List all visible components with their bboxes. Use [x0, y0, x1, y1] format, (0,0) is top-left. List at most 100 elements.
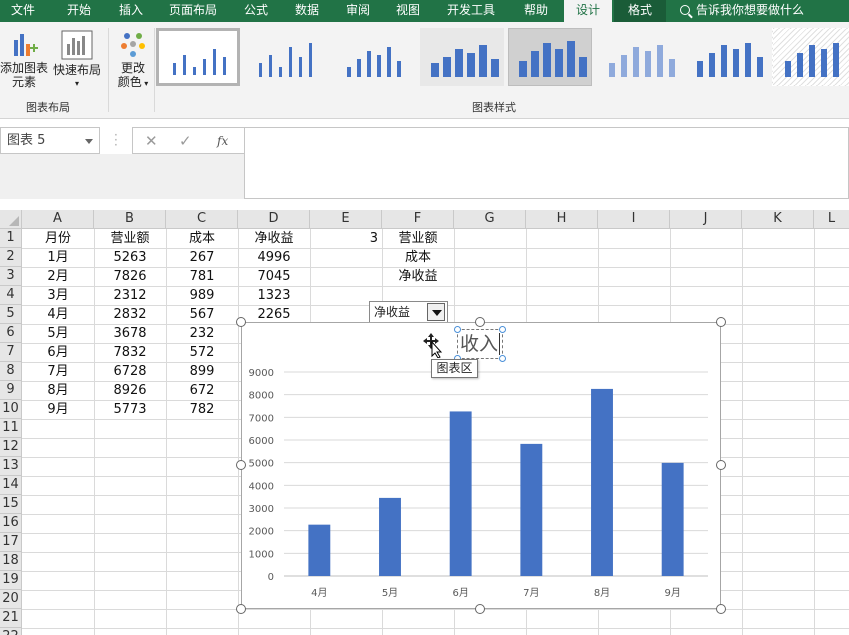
cell-f3[interactable]: 净收益 [382, 267, 454, 286]
row-header[interactable]: 11 [0, 419, 22, 438]
tab-data[interactable]: 数据 [284, 0, 330, 22]
chart-style-4[interactable] [420, 28, 504, 86]
tab-file[interactable]: 文件 [0, 0, 46, 22]
tab-page-layout[interactable]: 页面布局 [160, 0, 226, 22]
table-cell[interactable]: 267 [166, 248, 238, 267]
row-header[interactable]: 7 [0, 343, 22, 362]
table-cell[interactable]: 3月 [22, 286, 94, 305]
table-cell[interactable]: 8926 [94, 381, 166, 400]
row-header[interactable]: 19 [0, 571, 22, 590]
chart-area[interactable]: 0 1000 2000 3000 4000 5000 6000 7000 8000 9000 4月 5… [241, 322, 721, 609]
tab-view[interactable]: 视图 [386, 0, 430, 22]
table-cell[interactable]: 3678 [94, 324, 166, 343]
row-header[interactable]: 13 [0, 457, 22, 476]
table-cell[interactable]: 1月 [22, 248, 94, 267]
row-header[interactable]: 16 [0, 514, 22, 533]
chart-style-7[interactable] [684, 28, 768, 86]
chevron-down-icon[interactable] [85, 139, 93, 144]
row-header[interactable]: 3 [0, 267, 22, 286]
column-header-l[interactable]: L [814, 210, 849, 229]
table-cell[interactable]: 232 [166, 324, 238, 343]
table-cell[interactable]: 781 [166, 267, 238, 286]
column-header-b[interactable]: B [94, 210, 166, 229]
row-header[interactable]: 15 [0, 495, 22, 514]
cell-f1[interactable]: 营业额 [382, 229, 454, 248]
tab-insert[interactable]: 插入 [108, 0, 154, 22]
resize-handle-top-left[interactable] [236, 317, 246, 327]
more-icon[interactable]: · · · [114, 129, 118, 151]
cell-e1[interactable]: 3 [310, 229, 382, 248]
textbox-handle[interactable] [499, 355, 506, 362]
row-header[interactable]: 18 [0, 552, 22, 571]
textbox-handle[interactable] [499, 326, 506, 333]
row-header[interactable]: 9 [0, 381, 22, 400]
column-header-i[interactable]: I [598, 210, 670, 229]
name-box[interactable]: 图表 5 [0, 127, 100, 154]
table-cell[interactable]: 7832 [94, 343, 166, 362]
table-cell[interactable]: 782 [166, 400, 238, 419]
chart-style-2[interactable] [244, 28, 328, 86]
table-cell[interactable]: 6728 [94, 362, 166, 381]
column-header-f[interactable]: F [382, 210, 454, 229]
resize-handle-bottom-right[interactable] [716, 604, 726, 614]
table-cell[interactable]: 4月 [22, 305, 94, 324]
row-header[interactable]: 1 [0, 229, 22, 248]
tab-format[interactable]: 格式 [614, 0, 666, 22]
formula-input[interactable] [244, 127, 849, 199]
dropdown-arrow-icon[interactable] [427, 303, 445, 321]
cell-c1[interactable]: 成本 [166, 229, 238, 248]
table-cell[interactable]: 2832 [94, 305, 166, 324]
cell-d1[interactable]: 净收益 [238, 229, 310, 248]
row-header[interactable]: 22 [0, 628, 22, 635]
quick-layout-button[interactable]: 快速布局 ▾ [52, 30, 102, 91]
row-header[interactable]: 2 [0, 248, 22, 267]
enter-icon[interactable]: ✓ [179, 132, 192, 150]
row-header[interactable]: 4 [0, 286, 22, 305]
table-cell[interactable]: 672 [166, 381, 238, 400]
cell-f2[interactable]: 成本 [382, 248, 454, 267]
tell-me-box[interactable]: 告诉我你想要做什么 [680, 0, 804, 22]
tab-review[interactable]: 审阅 [338, 0, 378, 22]
row-header[interactable]: 21 [0, 609, 22, 628]
column-header-a[interactable]: A [22, 210, 94, 229]
select-all-button[interactable] [0, 210, 22, 229]
tab-design[interactable]: 设计 [564, 0, 612, 22]
tab-developer[interactable]: 开发工具 [440, 0, 502, 22]
tab-home[interactable]: 开始 [54, 0, 104, 22]
chart-title-textbox[interactable]: 收入 [457, 329, 503, 359]
row-header[interactable]: 6 [0, 324, 22, 343]
add-chart-element-button[interactable]: 添加图表 元素 [0, 30, 48, 89]
column-header-k[interactable]: K [742, 210, 814, 229]
chart-style-3[interactable] [332, 28, 416, 86]
table-cell[interactable]: 7月 [22, 362, 94, 381]
resize-handle-bottom-left[interactable] [236, 604, 246, 614]
cancel-icon[interactable]: ✕ [145, 132, 158, 150]
column-header-c[interactable]: C [166, 210, 238, 229]
textbox-handle[interactable] [454, 326, 461, 333]
table-cell[interactable]: 567 [166, 305, 238, 324]
table-cell[interactable]: 5263 [94, 248, 166, 267]
table-cell[interactable]: 5月 [22, 324, 94, 343]
column-header-g[interactable]: G [454, 210, 526, 229]
chart-style-6[interactable] [596, 28, 680, 86]
row-header[interactable]: 5 [0, 305, 22, 324]
table-cell[interactable]: 2312 [94, 286, 166, 305]
chart-style-5[interactable] [508, 28, 592, 86]
table-cell[interactable]: 899 [166, 362, 238, 381]
chart-style-8[interactable] [772, 28, 849, 86]
series-select-combobox[interactable]: 净收益 [369, 301, 448, 323]
table-cell[interactable]: 7826 [94, 267, 166, 286]
row-header[interactable]: 8 [0, 362, 22, 381]
table-cell[interactable]: 989 [166, 286, 238, 305]
row-header[interactable]: 17 [0, 533, 22, 552]
table-cell[interactable]: 4996 [238, 248, 310, 267]
table-cell[interactable]: 9月 [22, 400, 94, 419]
column-header-j[interactable]: J [670, 210, 742, 229]
chart-style-1[interactable] [156, 28, 240, 86]
row-header[interactable]: 12 [0, 438, 22, 457]
table-cell[interactable]: 5773 [94, 400, 166, 419]
insert-function-icon[interactable]: fx [217, 134, 228, 148]
column-header-e[interactable]: E [310, 210, 382, 229]
cell-a1[interactable]: 月份 [22, 229, 94, 248]
resize-handle-right[interactable] [716, 460, 726, 470]
